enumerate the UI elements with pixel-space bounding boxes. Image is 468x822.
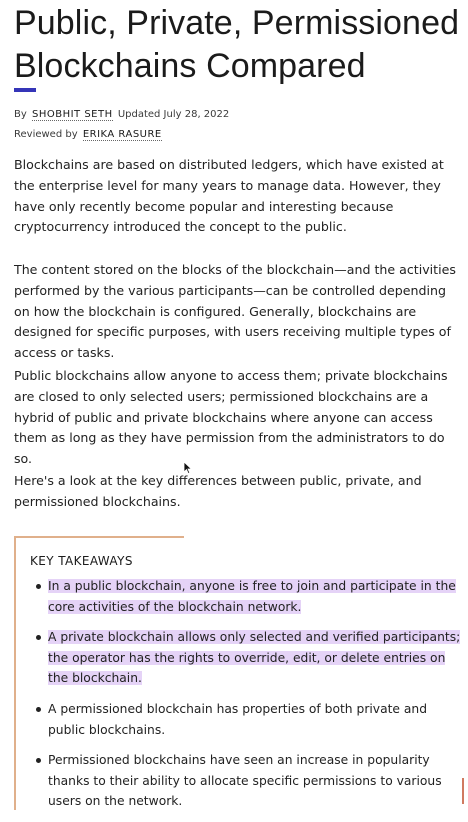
author-link[interactable]: SHOBHIT SETH: [31, 109, 113, 121]
bullet-icon: [36, 635, 41, 641]
body-paragraph: The content stored on the blocks of the …: [14, 262, 456, 361]
takeaway-item: A private blockchain allows only selecte…: [16, 627, 464, 689]
takeaway-item: In a public blockchain, anyone is free t…: [16, 576, 464, 617]
body-paragraph: Public blockchains allow anyone to acces…: [14, 368, 448, 467]
title-accent-bar: [14, 88, 36, 92]
by-label: By: [14, 109, 27, 120]
bullet-icon: [36, 584, 41, 589]
article-title: Public, Private, Permissioned Blockchain…: [14, 4, 460, 85]
takeaway-item: Permissioned blockchains have seen an in…: [16, 750, 464, 812]
bullet-icon: [36, 758, 41, 764]
takeaway-text: A permissioned blockchain has properties…: [48, 701, 428, 737]
reviewer-link[interactable]: ERIKA RASURE: [82, 129, 162, 141]
scroll-indicator[interactable]: [462, 778, 464, 804]
body-paragraph: Here's a look at the key differences bet…: [14, 473, 422, 509]
takeaway-text: Permissioned blockchains have seen an in…: [48, 753, 442, 809]
takeaway-item: A permissioned blockchain has properties…: [16, 699, 464, 740]
mouse-pointer-icon: [183, 461, 193, 475]
takeaway-text: A private blockchain allows only selecte…: [48, 630, 461, 686]
takeaways-list: In a public blockchain, anyone is free t…: [16, 576, 464, 822]
takeaway-text: In a public blockchain, anyone is free t…: [48, 579, 456, 614]
key-takeaways-heading: KEY TAKEAWAYS: [30, 554, 133, 568]
key-takeaways-box: KEY TAKEAWAYS In a public blockchain, an…: [14, 536, 468, 810]
body-paragraph: Blockchains are based on distributed led…: [14, 157, 444, 235]
bullet-icon: [36, 706, 41, 712]
reviewed-by-label: Reviewed by: [14, 129, 78, 140]
updated-date: Updated July 28, 2022: [117, 109, 230, 120]
reviewer-byline: Reviewed by ERIKA RASURE: [14, 128, 164, 142]
author-byline: By SHOBHIT SETH Updated July 28, 2022: [14, 108, 229, 122]
